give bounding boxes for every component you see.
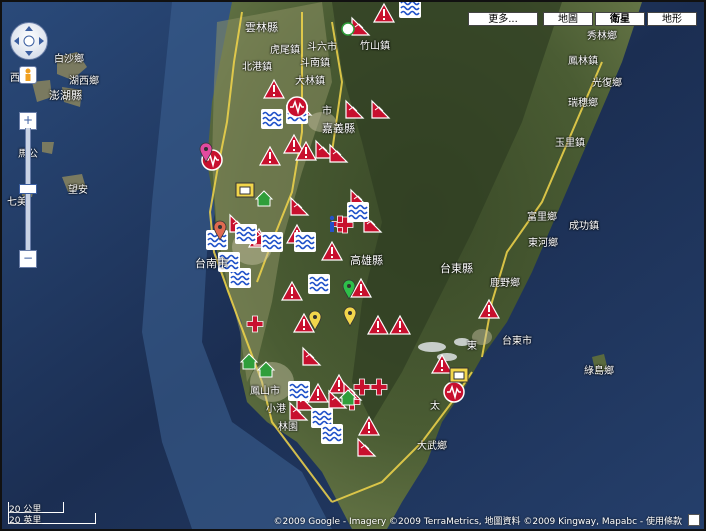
label-yuli: 玉里鎮 [555, 138, 585, 149]
label-huwei: 虎尾鎮 [270, 45, 300, 56]
flood-wave-icon[interactable] [261, 109, 283, 129]
zoom-slider-handle[interactable] [19, 184, 37, 194]
label-douliu: 斗六市 [307, 42, 337, 53]
label-beigang: 北港鎮 [242, 62, 272, 73]
info-icon[interactable] [329, 215, 335, 232]
label-xiaogang: 小港 [266, 404, 286, 415]
label-wangan: 望安 [68, 185, 88, 196]
label-lvdao: 綠島鄉 [584, 366, 614, 377]
copyright-text: ©2009 Google - Imagery ©2009 TerraMetric… [273, 517, 682, 527]
label-dalin: 大林鎮 [295, 76, 325, 87]
more-button[interactable]: 更多... [468, 12, 538, 26]
label-fenglin: 鳳林鎮 [568, 56, 598, 67]
zoom-out-button[interactable]: − [19, 250, 37, 268]
label-luye: 鹿野鄉 [490, 278, 520, 289]
flood-wave-icon[interactable] [235, 224, 257, 244]
street-view-pegman[interactable] [19, 66, 37, 84]
sunny-weather-icon[interactable] [341, 22, 355, 36]
map-viewport[interactable]: 雲林縣 虎尾鎮 北港鎮 斗六市 斗南鎮 大林鎮 市 竹山鎮 澎湖縣 白沙鄉 西嶼… [0, 0, 706, 531]
flood-wave-icon[interactable] [399, 2, 421, 18]
label-taitung: 台東縣 [440, 262, 473, 275]
overview-toggle-button[interactable] [688, 514, 700, 526]
label-huxi: 湖西鄉 [69, 76, 99, 87]
flood-wave-icon[interactable] [261, 232, 283, 252]
flood-wave-icon[interactable] [347, 202, 369, 222]
earthquake-icon[interactable] [286, 96, 308, 118]
label-baisha: 白沙鄉 [54, 54, 84, 65]
label-penghu: 澎湖縣 [49, 89, 82, 102]
map-type-map-button[interactable]: 地圖 [543, 12, 593, 26]
camera-icon[interactable] [449, 367, 469, 383]
label-kaohsiung: 高雄縣 [350, 254, 383, 267]
flood-wave-icon[interactable] [288, 381, 310, 401]
label-ruisui: 瑞穗鄉 [568, 98, 598, 109]
flood-wave-icon[interactable] [321, 424, 343, 444]
scale-bar: 20 公里 20 英里 [8, 502, 96, 526]
map-type-terrain-button[interactable]: 地形 [647, 12, 697, 26]
flood-wave-icon[interactable] [308, 274, 330, 294]
flood-wave-icon[interactable] [294, 232, 316, 252]
label-chenggong: 成功鎮 [569, 221, 599, 232]
label-dawu: 大武鄉 [417, 441, 447, 452]
earthquake-icon[interactable] [443, 381, 465, 403]
label-linyuan: 林園 [278, 422, 298, 433]
pan-control[interactable] [10, 22, 48, 60]
pan-arrows-icon [14, 26, 44, 56]
label-zhushan: 竹山鎮 [360, 41, 390, 52]
label-donghe: 東河鄉 [528, 238, 558, 249]
label-yunlin: 雲林縣 [245, 21, 278, 34]
camera-icon[interactable] [235, 182, 255, 198]
label-shi: 市 [322, 106, 332, 117]
label-tai: 太 [430, 401, 440, 412]
label-guangfu: 光復鄉 [592, 78, 622, 89]
label-chiayi: 嘉義縣 [322, 122, 355, 135]
map-type-satellite-button[interactable]: 衛星 [595, 12, 645, 26]
scale-bar-km: 20 公里 [8, 502, 64, 515]
scale-bar-mi: 20 英里 [8, 513, 96, 526]
label-xiulin: 秀林鄉 [587, 31, 617, 42]
label-dong: 東 [467, 341, 477, 352]
label-fengshan: 鳳山市 [250, 386, 280, 397]
label-qimei: 七美 [7, 197, 27, 208]
label-fuli: 富里鄉 [527, 212, 557, 223]
label-dounan: 斗南鎮 [300, 58, 330, 69]
label-taitung-city: 台東市 [502, 336, 532, 347]
label-tainan: 台南市 [195, 257, 228, 270]
pegman-icon [25, 68, 31, 81]
